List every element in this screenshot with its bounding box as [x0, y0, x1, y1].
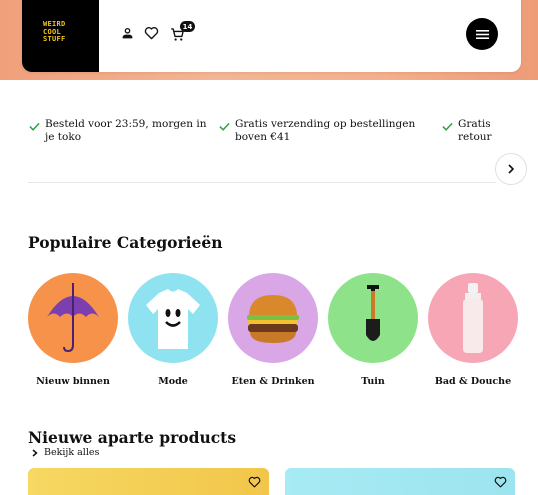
heart-icon [144, 27, 158, 40]
usp-item: Gratis verzending op bestellingen boven … [219, 118, 419, 144]
category-item[interactable]: Eten & Drinken [228, 273, 318, 387]
chevron-right-icon [508, 164, 515, 174]
product-card[interactable] [285, 468, 515, 495]
usp-item: Gratis retour [442, 118, 502, 144]
check-icon [442, 122, 453, 131]
usp-next-button[interactable] [495, 153, 527, 185]
category-item[interactable]: Nieuw binnen [28, 273, 118, 387]
category-image [428, 273, 518, 363]
umbrella-icon [47, 283, 99, 353]
burger-icon [247, 295, 299, 343]
category-item[interactable]: Mode [128, 273, 218, 387]
category-image [28, 273, 118, 363]
see-all-label: Bekijk alles [44, 447, 100, 458]
category-label: Mode [158, 376, 188, 387]
categories-title: Populaire Categorieën [28, 233, 223, 252]
menu-button[interactable] [466, 18, 498, 50]
category-item[interactable]: Tuin [328, 273, 418, 387]
products-title: Nieuwe aparte products [28, 428, 237, 447]
category-item[interactable]: Bad & Douche [428, 273, 518, 387]
category-image [228, 273, 318, 363]
wishlist-button[interactable] [142, 24, 160, 42]
see-all-link[interactable]: Bekijk alles [32, 447, 99, 458]
logo[interactable]: WEIRD COOL STUFF [22, 0, 99, 72]
category-label: Tuin [361, 376, 385, 387]
user-icon [122, 27, 132, 38]
usp-text: Besteld voor 23:59, morgen in je toko [45, 118, 207, 143]
bottle-icon [463, 283, 483, 353]
heart-icon[interactable] [248, 476, 261, 488]
category-label: Nieuw binnen [36, 376, 110, 387]
hamburger-icon [475, 29, 489, 39]
divider [28, 182, 496, 183]
category-label: Bad & Douche [434, 376, 512, 387]
heart-icon[interactable] [494, 476, 507, 488]
usp-text: Gratis retour [458, 118, 492, 143]
chevron-right-icon [32, 448, 38, 457]
shovel-icon [366, 285, 380, 341]
cart-count-badge: 14 [180, 21, 195, 32]
logo-text: WEIRD COOL STUFF [43, 20, 66, 43]
tshirt-icon [146, 289, 200, 349]
usp-text: Gratis verzending op bestellingen boven … [235, 118, 416, 143]
category-label: Eten & Drinken [231, 376, 315, 387]
check-icon [29, 122, 40, 131]
usp-item: Besteld voor 23:59, morgen in je toko [29, 118, 209, 144]
check-icon [219, 122, 230, 131]
category-image [128, 273, 218, 363]
account-button[interactable] [119, 25, 135, 41]
product-card[interactable] [28, 468, 269, 495]
category-image [328, 273, 418, 363]
